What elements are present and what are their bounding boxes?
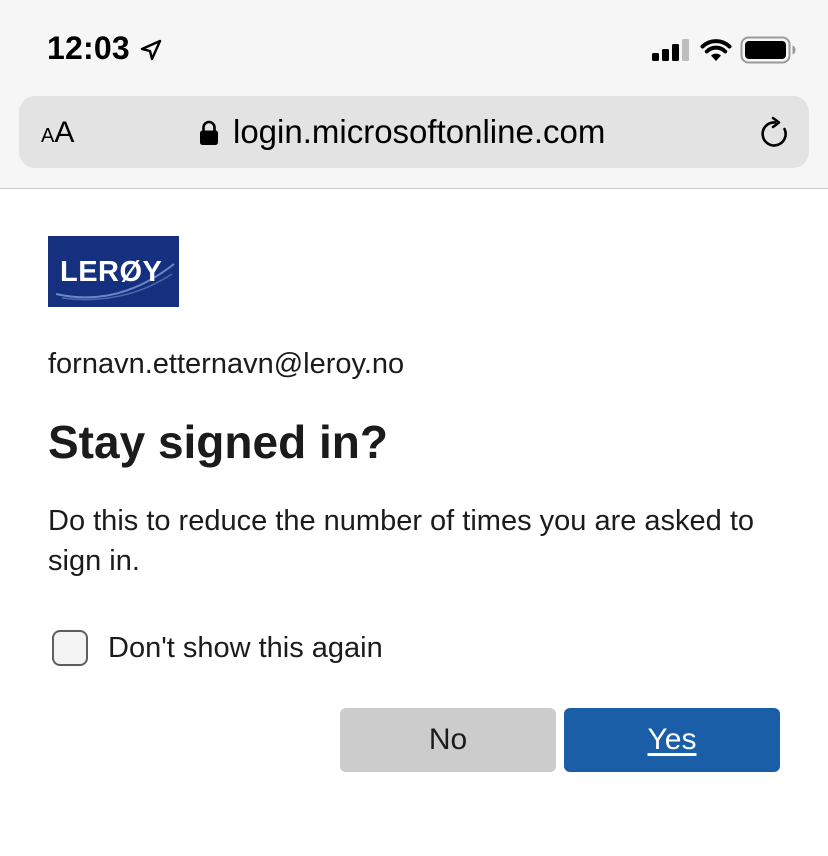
dialog-description: Do this to reduce the number of times yo… [48,505,755,577]
dont-show-again-row[interactable]: Don't show this again [52,628,383,668]
logo-text: LERØY [60,256,162,288]
cellular-signal-icon [652,39,689,61]
browser-chrome: 12:03 AA login.microsoftonline.com [0,0,828,189]
lock-icon [200,120,218,145]
text-size-large-label: A [54,116,75,149]
dont-show-again-label[interactable]: Don't show this again [108,628,383,668]
text-size-small-label: A [41,125,55,147]
location-arrow-icon [140,39,162,61]
dialog-title: Stay signed in? [48,416,388,468]
battery-icon [740,36,796,64]
address-bar[interactable]: AA login.microsoftonline.com [19,96,809,168]
wifi-icon [700,39,732,61]
text-size-button[interactable]: AA [41,116,74,150]
url-text[interactable]: login.microsoftonline.com [233,112,605,152]
dont-show-again-checkbox[interactable] [52,630,88,666]
no-button[interactable]: No [340,708,556,772]
reload-icon[interactable] [757,116,793,152]
status-time: 12:03 [47,30,130,66]
leroy-logo: LERØY [48,236,179,307]
yes-button[interactable]: Yes [564,708,780,772]
account-email: fornavn.etternavn@leroy.no [48,348,405,380]
status-bar: 12:03 [0,0,828,96]
